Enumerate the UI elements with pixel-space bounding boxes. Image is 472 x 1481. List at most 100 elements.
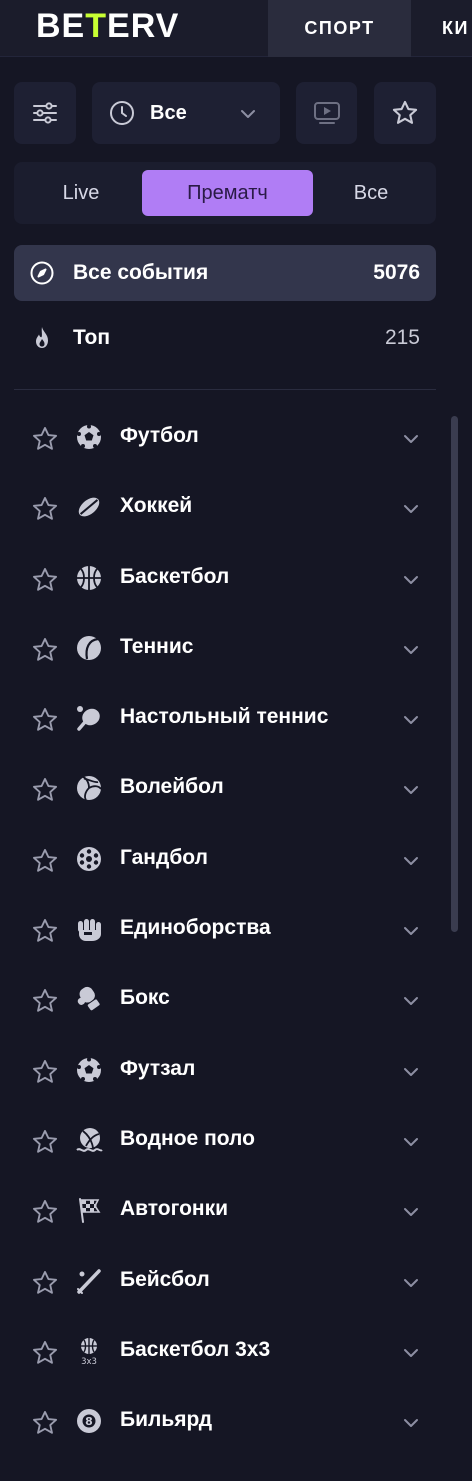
video-icon [313, 102, 340, 124]
table-tennis-icon [75, 704, 103, 732]
flame-icon [29, 325, 55, 351]
nav-tab-casino[interactable]: КИ [411, 0, 469, 57]
sport-name: Теннис [120, 634, 194, 658]
star-outline-icon[interactable] [31, 566, 59, 594]
fist-icon [75, 915, 103, 943]
star-outline-icon[interactable] [31, 425, 59, 453]
sliders-icon [33, 102, 57, 124]
basketball-3x3-text: 3x3 [81, 1357, 97, 1365]
star-outline-icon[interactable] [31, 917, 59, 945]
sport-name: Баскетбол [120, 564, 230, 588]
sport-item-table-tennis[interactable]: Настольный теннис [14, 683, 436, 753]
top-nav: СПОРТ КИ [268, 0, 469, 57]
sport-item-tennis[interactable]: Теннис [14, 613, 436, 683]
scrollbar[interactable] [451, 416, 458, 932]
logo-left: BE [36, 6, 86, 45]
sport-item-handball[interactable]: Гандбол [14, 824, 436, 894]
basketball-3x3-icon: 3x3 [75, 1337, 103, 1365]
star-outline-icon[interactable] [31, 776, 59, 804]
sport-item-basketball-3x3[interactable]: 3x3 Баскетбол 3x3 [14, 1316, 436, 1386]
sport-name: Настольный теннис [120, 705, 329, 729]
chevron-down-icon[interactable] [401, 921, 421, 941]
logo[interactable]: BE T ERV [36, 4, 179, 48]
billiard-ball-icon: 8 [75, 1407, 103, 1435]
chevron-down-icon[interactable] [401, 710, 421, 730]
nav-tab-sport[interactable]: СПОРТ [268, 0, 411, 57]
volleyball-icon [75, 774, 103, 802]
chevron-down-icon[interactable] [401, 429, 421, 449]
clock-icon [110, 101, 134, 125]
chevron-down-icon[interactable] [401, 1343, 421, 1363]
football-icon [75, 423, 103, 451]
sport-name: Бейсбол [120, 1267, 210, 1291]
top-count: 215 [384, 326, 420, 349]
chevron-down-icon[interactable] [401, 1413, 421, 1433]
star-outline-icon[interactable] [31, 1409, 59, 1437]
sport-item-motorsport[interactable]: Автогонки [14, 1175, 436, 1245]
star-icon [392, 100, 418, 124]
chevron-down-icon[interactable] [401, 1202, 421, 1222]
chevron-down-icon[interactable] [401, 499, 421, 519]
chevron-down-icon[interactable] [401, 640, 421, 660]
tab-live[interactable]: Live [22, 170, 140, 216]
sport-item-baseball[interactable]: Бейсбол [14, 1246, 436, 1316]
billiard-ball-text: 8 [85, 1415, 93, 1428]
chevron-down-icon[interactable] [401, 570, 421, 590]
sport-name: Волейбол [120, 775, 224, 799]
chevron-down-icon[interactable] [401, 851, 421, 871]
futsal-icon [75, 1056, 103, 1084]
star-outline-icon[interactable] [31, 636, 59, 664]
star-outline-icon[interactable] [31, 847, 59, 875]
sport-item-football[interactable]: Футбол [14, 402, 436, 472]
baseball-bat-icon [75, 1267, 103, 1295]
logo-right: ERV [107, 6, 180, 45]
chevron-down-icon[interactable] [401, 1062, 421, 1082]
sport-name: Хоккей [120, 494, 193, 518]
all-events-item[interactable]: Все события 5076 [14, 245, 436, 301]
star-outline-icon[interactable] [31, 1128, 59, 1156]
favorites-button[interactable] [374, 82, 436, 144]
sport-item-water-polo[interactable]: Водное поло [14, 1105, 436, 1175]
sport-item-billiards[interactable]: 8 Бильярд [14, 1386, 436, 1456]
sport-item-volleyball[interactable]: Волейбол [14, 753, 436, 823]
sport-item-futsal[interactable]: Футзал [14, 1035, 436, 1105]
mode-segment: Live Прематч Все [14, 162, 436, 224]
tennis-ball-icon [75, 634, 103, 662]
time-select[interactable]: Все [92, 82, 280, 144]
video-button[interactable] [296, 82, 357, 144]
star-outline-icon[interactable] [31, 1339, 59, 1367]
chevron-down-icon[interactable] [401, 780, 421, 800]
sport-name: Гандбол [120, 845, 208, 869]
star-outline-icon[interactable] [31, 495, 59, 523]
sport-name: Бильярд [120, 1408, 213, 1432]
filter-button[interactable] [14, 82, 76, 144]
sport-name: Единоборства [120, 916, 271, 940]
all-events-label: Все события [73, 261, 209, 284]
sport-name: Бокс [120, 986, 170, 1010]
sport-name: Водное поло [120, 1126, 255, 1150]
water-polo-icon [75, 1126, 103, 1154]
hockey-puck-icon [75, 493, 103, 521]
sport-name: Баскетбол 3x3 [120, 1337, 271, 1361]
chevron-down-icon[interactable] [401, 1132, 421, 1152]
chevron-down-icon[interactable] [401, 991, 421, 1011]
sport-item-boxing[interactable]: Бокс [14, 964, 436, 1034]
handball-icon [75, 845, 103, 873]
sport-item-hockey[interactable]: Хоккей [14, 472, 436, 542]
star-outline-icon[interactable] [31, 1269, 59, 1297]
star-outline-icon[interactable] [31, 987, 59, 1015]
star-outline-icon[interactable] [31, 1198, 59, 1226]
star-outline-icon[interactable] [31, 1058, 59, 1086]
star-outline-icon[interactable] [31, 706, 59, 734]
sports-list: Футбол Хоккей Баскетбол Теннис Настольны… [14, 402, 436, 1456]
chevron-down-icon[interactable] [401, 1273, 421, 1293]
basketball-icon [75, 564, 103, 592]
sport-name: Футбол [120, 424, 199, 447]
top-label: Топ [73, 326, 111, 349]
top-item[interactable]: Топ 215 [14, 310, 436, 366]
tab-all[interactable]: Все [314, 170, 428, 216]
boxing-glove-icon [75, 985, 103, 1013]
tab-prematch[interactable]: Прематч [142, 170, 313, 216]
sport-item-basketball[interactable]: Баскетбол [14, 543, 436, 613]
sport-item-martial-arts[interactable]: Единоборства [14, 894, 436, 964]
